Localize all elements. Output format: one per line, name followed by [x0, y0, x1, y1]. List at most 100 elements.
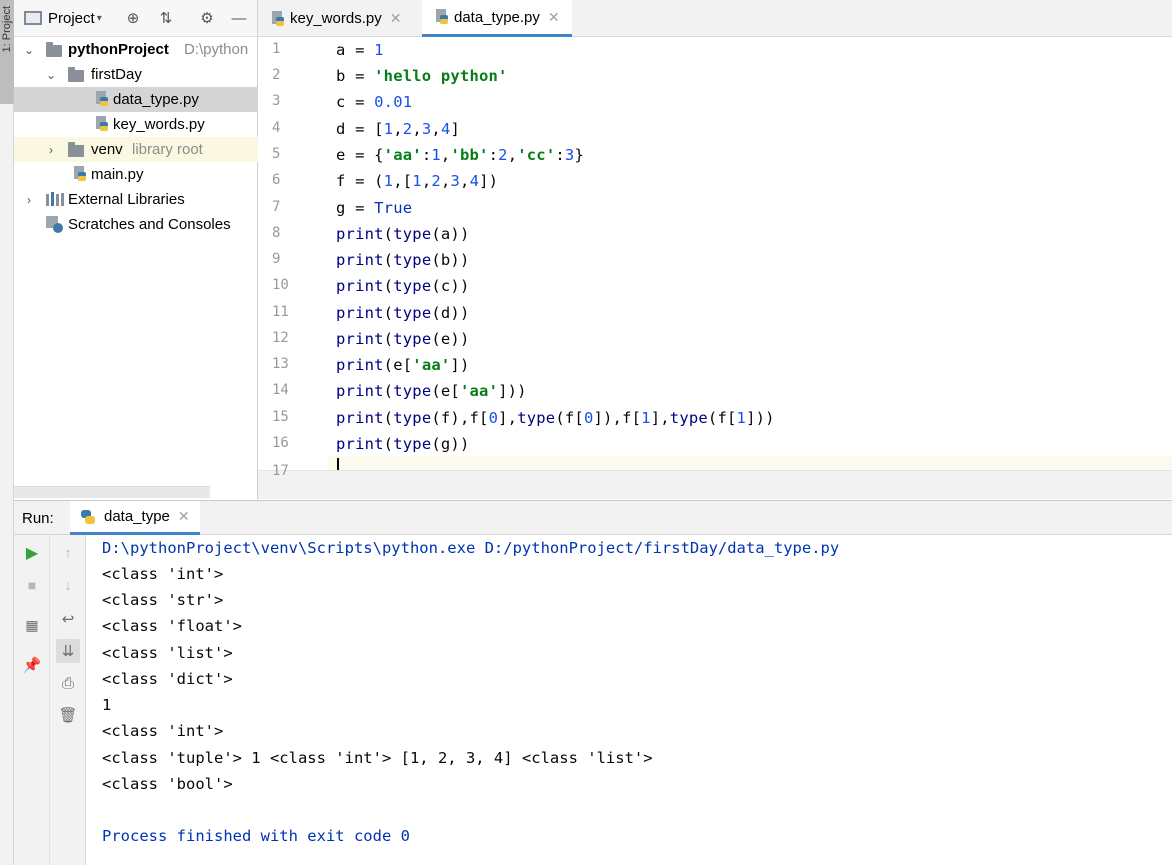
- chevron-right-icon[interactable]: ›: [22, 193, 36, 207]
- code-area[interactable]: a = 1 b = 'hello python' c = 0.01 d = [1,2,…: [328, 37, 1172, 470]
- editor-bottom-area: 17: [258, 463, 1172, 499]
- line-number: 13: [272, 356, 289, 372]
- tree-item-data-type-py[interactable]: data_type.py: [14, 87, 258, 112]
- tree-item-key-words-py[interactable]: key_words.py: [14, 112, 258, 137]
- code-line: print(type(c)): [336, 277, 470, 295]
- layout-icon[interactable]: ▦: [20, 613, 44, 637]
- project-horizontal-scrollbar[interactable]: [14, 486, 210, 498]
- console-line: <class 'float'>: [102, 617, 242, 635]
- console-line: <class 'int'>: [102, 722, 224, 740]
- code-line: print(e['aa']): [336, 356, 470, 374]
- tree-item-scratches[interactable]: Scratches and Consoles: [14, 212, 258, 237]
- hide-icon[interactable]: —: [230, 9, 248, 27]
- text-caret: [337, 458, 339, 470]
- line-number: 12: [272, 330, 289, 346]
- project-view-selector[interactable]: Project: [48, 10, 95, 27]
- code-line: b = 'hello python': [336, 67, 508, 85]
- tree-item-label: Scratches and Consoles: [68, 216, 231, 233]
- line-number: 3: [272, 93, 281, 109]
- tree-item-label: key_words.py: [113, 116, 205, 133]
- console-output[interactable]: D:\pythonProject\venv\Scripts\python.exe…: [102, 535, 1172, 865]
- scroll-to-end-icon[interactable]: ⇊: [56, 639, 80, 663]
- tree-item-hint: D:\python: [184, 41, 249, 58]
- code-line: c = 0.01: [336, 93, 413, 111]
- console-line: <class 'tuple'> 1 <class 'int'> [1, 2, 3…: [102, 749, 653, 767]
- close-icon[interactable]: ✕: [390, 10, 402, 27]
- soft-wrap-icon[interactable]: ↩: [56, 607, 80, 631]
- tree-item-firstday[interactable]: ⌄ firstDay: [14, 62, 258, 87]
- line-number: 15: [272, 409, 289, 425]
- chevron-down-icon[interactable]: ⌄: [44, 68, 58, 82]
- run-tab-data-type[interactable]: data_type ✕: [70, 501, 200, 535]
- gear-icon[interactable]: ⚙: [198, 9, 216, 27]
- line-number: 17: [272, 463, 289, 479]
- tree-item-label: pythonProject: [68, 41, 169, 58]
- code-line: print(type(f),f[0],type(f[0]),f[1],type(…: [336, 409, 775, 427]
- code-line: print(type(b)): [336, 251, 470, 269]
- python-file-icon: [72, 166, 86, 182]
- python-file-icon: [434, 9, 448, 25]
- run-panel: Run: data_type ✕ ▶ ■ ▦ 📌 ↑ ↓ ↩ ⇊ ⎙ 🗑 D:\…: [14, 500, 1172, 865]
- tree-item-label: main.py: [91, 166, 144, 183]
- line-number: 7: [272, 199, 281, 215]
- rerun-icon[interactable]: ▶: [20, 541, 44, 565]
- close-icon[interactable]: ✕: [548, 9, 560, 26]
- folder-icon: [46, 42, 62, 57]
- up-arrow-icon[interactable]: ↑: [56, 541, 80, 565]
- chevron-down-icon[interactable]: ▾: [97, 13, 102, 24]
- code-line: print(type(e)): [336, 330, 470, 348]
- python-file-icon: [94, 91, 108, 107]
- editor-pane: key_words.py ✕ data_type.py ✕ 1 2 3 4 5 …: [258, 0, 1172, 499]
- tree-item-main-py[interactable]: main.py: [14, 162, 258, 187]
- tree-item-label: firstDay: [91, 66, 142, 83]
- console-line: <class 'int'>: [102, 565, 224, 583]
- project-panel: Project ▾ ⊕ ⇅ ⚙ — ⌄ pythonProject D:\pyt…: [14, 0, 258, 499]
- line-number: 11: [272, 304, 289, 320]
- project-view-icon: [24, 11, 42, 25]
- stop-icon[interactable]: ■: [20, 573, 44, 597]
- tab-data-type-py[interactable]: data_type.py ✕: [422, 0, 572, 37]
- tree-item-external-libraries[interactable]: › External Libraries: [14, 187, 258, 212]
- console-line: D:\pythonProject\venv\Scripts\python.exe…: [102, 539, 840, 557]
- python-file-icon: [270, 10, 284, 27]
- collapse-all-icon[interactable]: ⇅: [157, 9, 175, 27]
- current-line-highlight: [328, 456, 1172, 470]
- run-toolbar-secondary: ↑ ↓ ↩ ⇊ ⎙ 🗑: [50, 535, 86, 865]
- project-tool-window-tab[interactable]: 1: Project: [0, 0, 14, 104]
- chevron-down-icon[interactable]: ⌄: [22, 43, 36, 57]
- folder-icon: [68, 67, 84, 82]
- tree-item-pythonproject[interactable]: ⌄ pythonProject D:\python: [14, 37, 258, 62]
- libraries-icon: [46, 192, 64, 208]
- code-line: print(type(e['aa'])): [336, 382, 527, 400]
- line-number: 16: [272, 435, 289, 451]
- pin-icon[interactable]: 📌: [20, 653, 44, 677]
- print-icon[interactable]: ⎙: [56, 671, 80, 695]
- line-number: 2: [272, 67, 281, 83]
- tab-label: key_words.py: [290, 10, 382, 27]
- line-number-gutter: 1 2 3 4 5 6 7 8 9 10 11 12 13 14 15 16: [258, 37, 328, 470]
- locate-icon[interactable]: ⊕: [124, 9, 142, 27]
- project-tool-window-label: 1: Project: [1, 6, 13, 53]
- trash-icon[interactable]: 🗑: [56, 703, 80, 727]
- code-line: g = True: [336, 199, 413, 217]
- code-line: print(type(a)): [336, 225, 470, 243]
- code-line: d = [1,2,3,4]: [336, 120, 461, 138]
- tree-item-label: External Libraries: [68, 191, 185, 208]
- code-line: e = {'aa':1,'bb':2,'cc':3}: [336, 146, 585, 164]
- project-panel-header: Project ▾ ⊕ ⇅ ⚙ —: [14, 0, 257, 37]
- line-number: 9: [272, 251, 281, 267]
- editor-tab-bar: key_words.py ✕ data_type.py ✕: [258, 0, 1172, 37]
- tree-item-label: venv: [91, 141, 123, 158]
- chevron-right-icon[interactable]: ›: [44, 143, 58, 157]
- down-arrow-icon[interactable]: ↓: [56, 573, 80, 597]
- console-line: <class 'bool'>: [102, 775, 233, 793]
- code-line: a = 1: [336, 41, 384, 59]
- code-line: print(type(g)): [336, 435, 470, 453]
- run-tab-label: data_type: [104, 508, 170, 525]
- scratches-icon: [46, 216, 64, 233]
- tree-item-venv[interactable]: › venv library root: [14, 137, 258, 162]
- python-file-icon: [94, 116, 108, 132]
- run-label: Run:: [22, 510, 54, 527]
- tab-key-words-py[interactable]: key_words.py ✕: [270, 0, 401, 37]
- close-icon[interactable]: ✕: [178, 508, 190, 525]
